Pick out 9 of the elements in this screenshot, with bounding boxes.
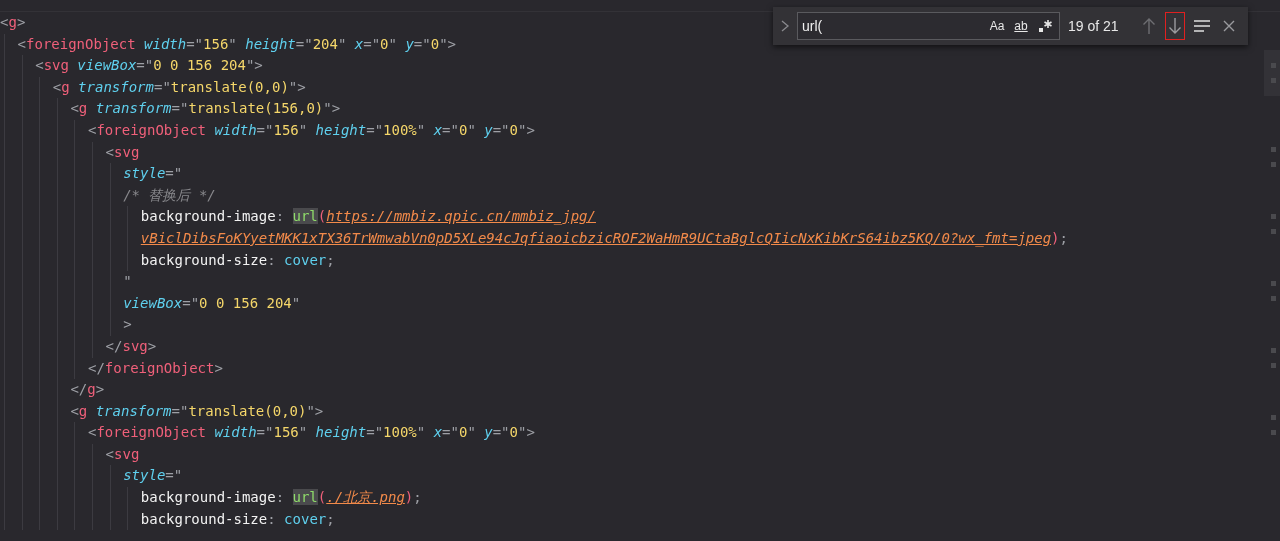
lines-icon — [1192, 19, 1211, 33]
regex-icon — [1037, 18, 1053, 34]
match-count: 19 of 21 — [1068, 18, 1119, 34]
arrow-down-icon — [1167, 17, 1182, 35]
find-input[interactable]: url( Aa ab — [797, 12, 1060, 40]
next-match-button[interactable] — [1164, 12, 1185, 40]
chevron-right-icon — [780, 19, 790, 33]
close-icon — [1223, 20, 1236, 32]
arrow-up-icon — [1141, 17, 1156, 35]
